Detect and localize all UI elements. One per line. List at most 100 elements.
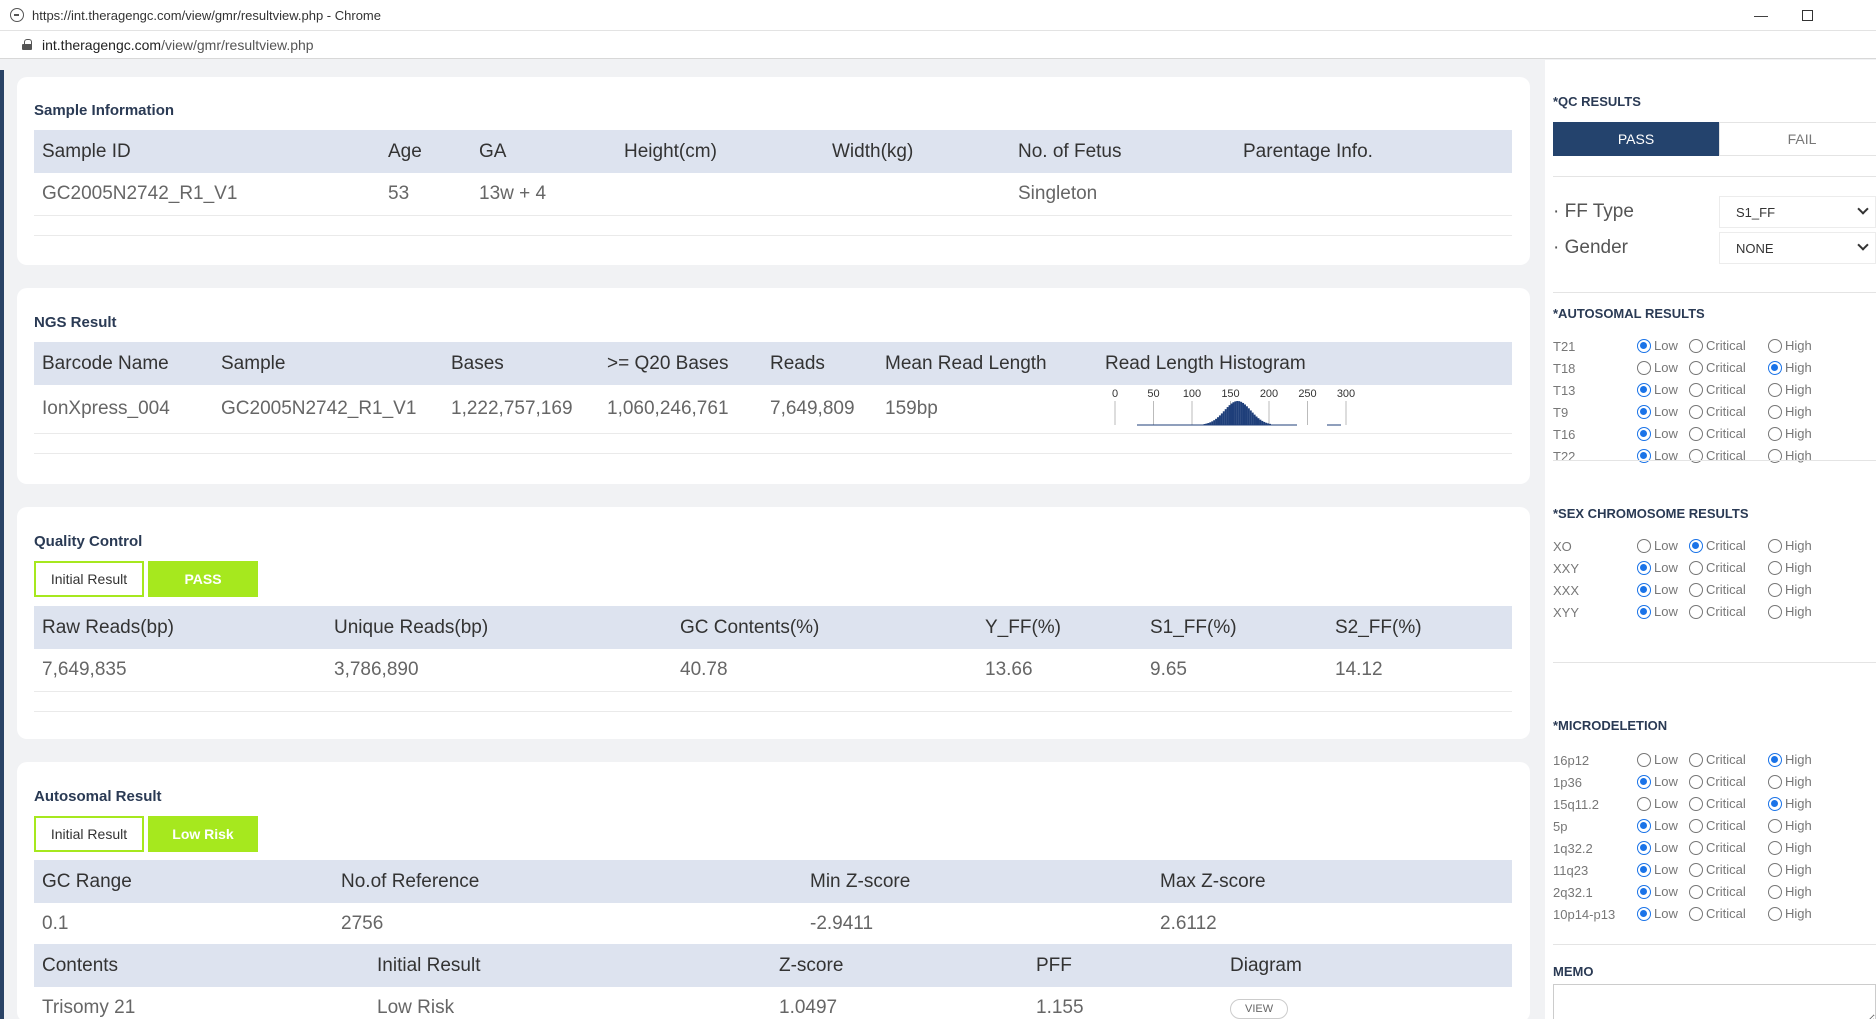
radio-unchecked-icon[interactable] (1768, 840, 1782, 855)
autosomal-option-low[interactable]: Low (1637, 426, 1678, 441)
radio-unchecked-icon[interactable] (1689, 862, 1703, 877)
radio-unchecked-icon[interactable] (1689, 604, 1703, 619)
radio-checked-icon[interactable] (1637, 338, 1651, 353)
microdeletion-option-high[interactable]: High (1768, 906, 1812, 921)
microdeletion-option-high[interactable]: High (1768, 818, 1812, 833)
microdeletion-option-critical[interactable]: Critical (1689, 774, 1746, 789)
autosomal-option-high[interactable]: High (1768, 404, 1812, 419)
autosomal-option-high[interactable]: High (1768, 338, 1812, 353)
microdeletion-option-low[interactable]: Low (1637, 862, 1678, 877)
maximize-button[interactable] (1784, 0, 1830, 31)
radio-unchecked-icon[interactable] (1768, 604, 1782, 619)
radio-unchecked-icon[interactable] (1689, 382, 1703, 397)
radio-checked-icon[interactable] (1689, 538, 1703, 553)
radio-unchecked-icon[interactable] (1689, 582, 1703, 597)
radio-checked-icon[interactable] (1768, 796, 1782, 811)
sex-chromosome-option-critical[interactable]: Critical (1689, 582, 1746, 597)
radio-checked-icon[interactable] (1637, 862, 1651, 877)
autosomal-option-high[interactable]: High (1768, 382, 1812, 397)
autosomal-option-high[interactable]: High (1768, 426, 1812, 441)
microdeletion-option-critical[interactable]: Critical (1689, 862, 1746, 877)
sex-chromosome-option-low[interactable]: Low (1637, 560, 1678, 575)
autosomal-option-critical[interactable]: Critical (1689, 360, 1746, 375)
autosomal-option-critical[interactable]: Critical (1689, 382, 1746, 397)
radio-checked-icon[interactable] (1637, 840, 1651, 855)
radio-unchecked-icon[interactable] (1768, 862, 1782, 877)
radio-unchecked-icon[interactable] (1637, 360, 1651, 375)
microdeletion-option-low[interactable]: Low (1637, 884, 1678, 899)
microdeletion-option-high[interactable]: High (1768, 840, 1812, 855)
radio-unchecked-icon[interactable] (1768, 906, 1782, 921)
sex-chromosome-option-critical[interactable]: Critical (1689, 604, 1746, 619)
radio-unchecked-icon[interactable] (1689, 752, 1703, 767)
microdeletion-option-high[interactable]: High (1768, 774, 1812, 789)
microdeletion-option-critical[interactable]: Critical (1689, 840, 1746, 855)
microdeletion-option-low[interactable]: Low (1637, 906, 1678, 921)
radio-unchecked-icon[interactable] (1689, 796, 1703, 811)
minimize-button[interactable]: — (1738, 0, 1784, 31)
sex-chromosome-option-high[interactable]: High (1768, 582, 1812, 597)
radio-checked-icon[interactable] (1637, 560, 1651, 575)
autosomal-option-critical[interactable]: Critical (1689, 338, 1746, 353)
qc-fail-button[interactable]: FAIL (1719, 122, 1876, 156)
sex-chromosome-option-critical[interactable]: Critical (1689, 538, 1746, 553)
microdeletion-option-critical[interactable]: Critical (1689, 884, 1746, 899)
radio-unchecked-icon[interactable] (1768, 538, 1782, 553)
radio-unchecked-icon[interactable] (1768, 560, 1782, 575)
microdeletion-option-low[interactable]: Low (1637, 752, 1678, 767)
microdeletion-option-low[interactable]: Low (1637, 840, 1678, 855)
radio-checked-icon[interactable] (1637, 604, 1651, 619)
view-diagram-button[interactable]: VIEW (1230, 999, 1289, 1019)
radio-unchecked-icon[interactable] (1768, 382, 1782, 397)
microdeletion-option-critical[interactable]: Critical (1689, 796, 1746, 811)
radio-checked-icon[interactable] (1637, 582, 1651, 597)
radio-unchecked-icon[interactable] (1768, 774, 1782, 789)
autosomal-option-low[interactable]: Low (1637, 404, 1678, 419)
sex-chromosome-option-low[interactable]: Low (1637, 604, 1678, 619)
microdeletion-option-high[interactable]: High (1768, 862, 1812, 877)
microdeletion-option-low[interactable]: Low (1637, 796, 1678, 811)
radio-unchecked-icon[interactable] (1689, 906, 1703, 921)
sex-chromosome-option-low[interactable]: Low (1637, 582, 1678, 597)
autosomal-option-low[interactable]: Low (1637, 382, 1678, 397)
sex-chromosome-option-low[interactable]: Low (1637, 538, 1678, 553)
qc-pass-button[interactable]: PASS (1553, 122, 1719, 156)
radio-unchecked-icon[interactable] (1689, 840, 1703, 855)
radio-checked-icon[interactable] (1637, 906, 1651, 921)
close-button[interactable] (1830, 0, 1876, 31)
autosomal-option-low[interactable]: Low (1637, 338, 1678, 353)
ff-type-select[interactable]: S1_FF (1719, 196, 1876, 228)
radio-checked-icon[interactable] (1637, 774, 1651, 789)
radio-checked-icon[interactable] (1637, 884, 1651, 899)
microdeletion-option-low[interactable]: Low (1637, 818, 1678, 833)
radio-checked-icon[interactable] (1768, 752, 1782, 767)
microdeletion-option-high[interactable]: High (1768, 796, 1812, 811)
radio-unchecked-icon[interactable] (1768, 404, 1782, 419)
microdeletion-option-high[interactable]: High (1768, 884, 1812, 899)
sex-chromosome-option-critical[interactable]: Critical (1689, 560, 1746, 575)
radio-unchecked-icon[interactable] (1768, 426, 1782, 441)
radio-unchecked-icon[interactable] (1689, 404, 1703, 419)
autosomal-option-high[interactable]: High (1768, 360, 1812, 375)
radio-unchecked-icon[interactable] (1768, 818, 1782, 833)
sex-chromosome-option-high[interactable]: High (1768, 560, 1812, 575)
radio-unchecked-icon[interactable] (1637, 796, 1651, 811)
microdeletion-option-low[interactable]: Low (1637, 774, 1678, 789)
radio-checked-icon[interactable] (1768, 360, 1782, 375)
address-bar[interactable]: int.theragengc.com/view/gmr/resultview.p… (0, 31, 1876, 59)
microdeletion-option-critical[interactable]: Critical (1689, 818, 1746, 833)
radio-checked-icon[interactable] (1637, 818, 1651, 833)
memo-textarea[interactable] (1553, 984, 1876, 1019)
microdeletion-option-high[interactable]: High (1768, 752, 1812, 767)
radio-checked-icon[interactable] (1637, 382, 1651, 397)
radio-unchecked-icon[interactable] (1768, 338, 1782, 353)
radio-checked-icon[interactable] (1637, 426, 1651, 441)
autosomal-option-low[interactable]: Low (1637, 360, 1678, 375)
microdeletion-option-critical[interactable]: Critical (1689, 752, 1746, 767)
radio-unchecked-icon[interactable] (1689, 774, 1703, 789)
radio-unchecked-icon[interactable] (1689, 338, 1703, 353)
autosomal-option-critical[interactable]: Critical (1689, 426, 1746, 441)
radio-unchecked-icon[interactable] (1637, 538, 1651, 553)
radio-unchecked-icon[interactable] (1689, 426, 1703, 441)
radio-unchecked-icon[interactable] (1637, 752, 1651, 767)
